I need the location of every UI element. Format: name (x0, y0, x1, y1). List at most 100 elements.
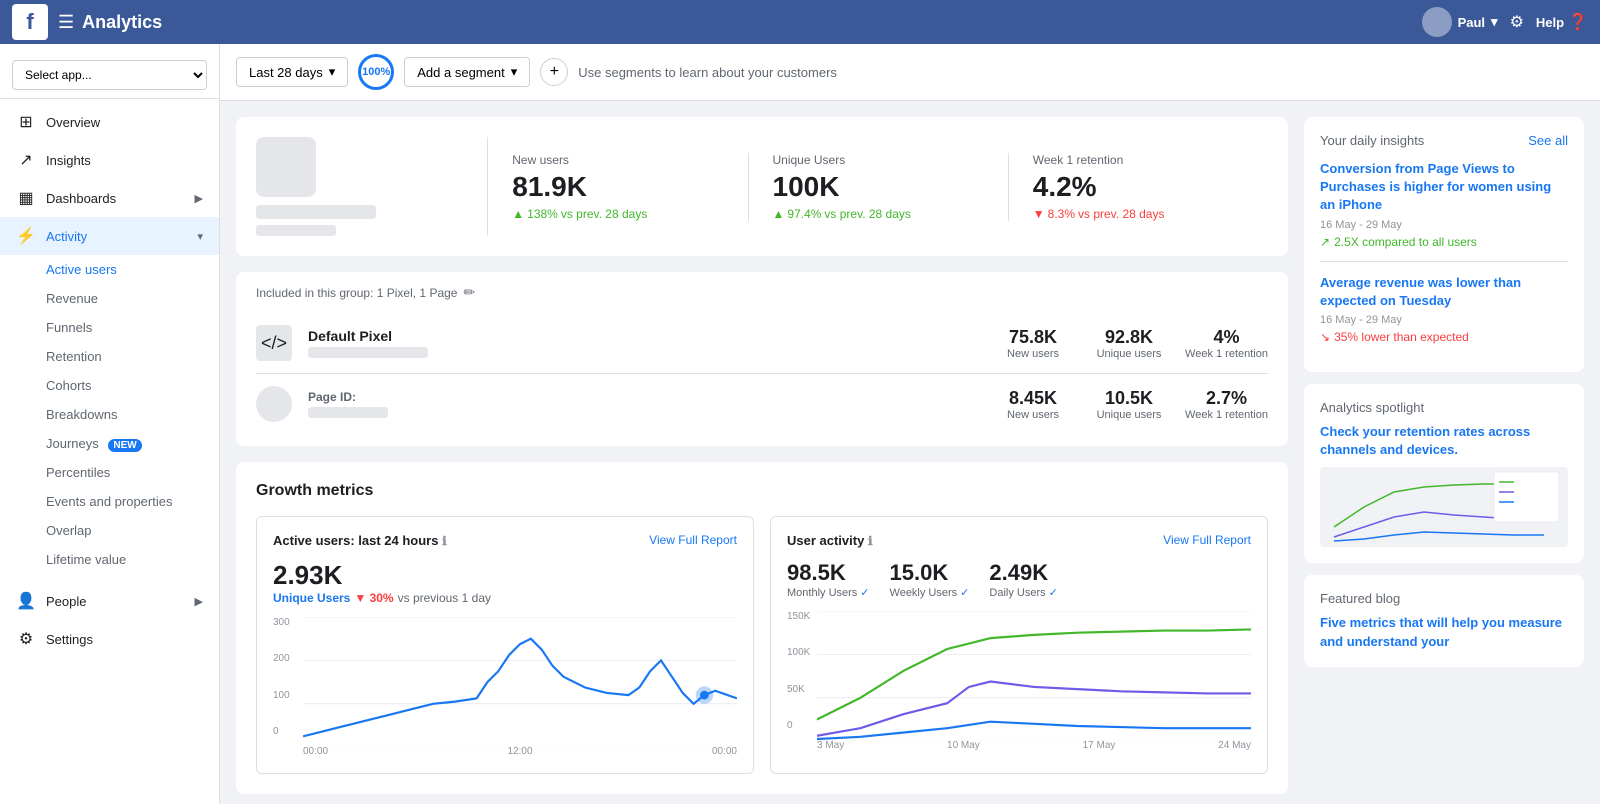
y-axis-1: 3002001000 (273, 617, 303, 737)
avatar (1422, 7, 1452, 37)
sidebar-sub-journeys[interactable]: Journeys NEW (0, 429, 219, 458)
add-segment-label: Add a segment (417, 65, 504, 80)
sidebar-dropdown[interactable]: Select app... (0, 52, 219, 99)
main-content: Last 28 days ▾ 100% Add a segment ▾ + Us… (220, 44, 1600, 804)
see-all-button[interactable]: See all (1528, 133, 1568, 148)
active-users-value: 2.93K (273, 560, 737, 591)
help-button[interactable]: Help ❓ (1536, 12, 1588, 32)
up-arrow: ▲ (512, 207, 524, 221)
segment-hint: Use segments to learn about your custome… (578, 65, 837, 80)
insight-item-2: Average revenue was lower than expected … (1320, 274, 1568, 344)
sidebar-sub-cohorts[interactable]: Cohorts (0, 371, 219, 400)
x-axis-2: 3 May10 May17 May24 May (817, 740, 1251, 751)
dashboards-chevron: ▶ (195, 192, 203, 205)
sidebar-item-overview[interactable]: ⊞ Overview (0, 103, 219, 141)
fb-logo: f (12, 4, 48, 40)
chart-area-2: 150K100K50K0 (787, 611, 1251, 751)
sidebar-sub-events[interactable]: Events and properties (0, 487, 219, 516)
featured-card: Featured blog Five metrics that will hel… (1304, 575, 1584, 666)
info-icon-1[interactable]: ℹ (442, 534, 447, 548)
sidebar-sub-active-users[interactable]: Active users (0, 255, 219, 284)
trend-down-icon: ↘ (1320, 330, 1330, 344)
daily-stat: 2.49K Daily Users ✓ (989, 560, 1057, 599)
app-sub (256, 225, 336, 236)
sidebar-sub-percentiles[interactable]: Percentiles (0, 458, 219, 487)
insight-metric-1: ↗ 2.5X compared to all users (1320, 235, 1568, 249)
insights-title: Your daily insights (1320, 133, 1424, 148)
x-axis-1: 00:0012:0000:00 (303, 746, 737, 757)
app-selector[interactable]: Select app... (12, 60, 207, 90)
page-new-users: 8.45K New users (993, 388, 1073, 421)
sidebar-sub-retention[interactable]: Retention (0, 342, 219, 371)
top-nav: f ☰ Analytics Paul ▾ ⚙ Help ❓ (0, 0, 1600, 44)
stat-retention: Week 1 retention 4.2% ▼ 8.3% vs prev. 28… (1009, 153, 1268, 221)
sidebar: Select app... ⊞ Overview ↗ Insights ▦ Da… (0, 44, 220, 804)
group-header: Included in this group: 1 Pixel, 1 Page … (256, 284, 1268, 301)
user-section[interactable]: Paul ▾ (1422, 7, 1498, 37)
line-chart-2 (817, 611, 1251, 741)
segment-chevron: ▾ (511, 64, 518, 80)
sidebar-item-people[interactable]: 👤 People ▶ (0, 582, 219, 620)
user-name: Paul (1458, 15, 1485, 30)
group-info: Included in this group: 1 Pixel, 1 Page … (236, 272, 1288, 446)
spotlight-link[interactable]: Check your retention rates across channe… (1320, 423, 1568, 459)
edit-icon[interactable]: ✏ (463, 284, 475, 301)
insight-date-1: 16 May - 29 May (1320, 219, 1568, 231)
help-icon: ❓ (1568, 12, 1588, 32)
pixel-icon: </> (256, 325, 292, 361)
sidebar-sub-lifetime[interactable]: Lifetime value (0, 545, 219, 574)
right-panel: Your daily insights See all Conversion f… (1304, 117, 1584, 794)
sidebar-sub-breakdowns[interactable]: Breakdowns (0, 400, 219, 429)
view-full-1[interactable]: View Full Report (649, 533, 737, 547)
date-selector[interactable]: Last 28 days ▾ (236, 57, 348, 87)
insight-date-2: 16 May - 29 May (1320, 314, 1568, 326)
growth-title: Growth metrics (256, 482, 1268, 500)
sidebar-item-settings[interactable]: ⚙ Settings (0, 620, 219, 658)
page-unique-users: 10.5K Unique users (1089, 388, 1169, 421)
spotlight-title: Analytics spotlight (1320, 400, 1568, 415)
app-title: Analytics (82, 12, 1421, 33)
trend-up-icon: ↗ (1320, 235, 1330, 249)
page-info: Page ID: (308, 390, 977, 418)
insights-header: Your daily insights See all (1320, 133, 1568, 148)
user-activity-stats: 98.5K Monthly Users ✓ 15.0K Wee (787, 560, 1251, 599)
sidebar-sub-overlap[interactable]: Overlap (0, 516, 219, 545)
page-id-placeholder (308, 407, 388, 418)
insight-divider (1320, 261, 1568, 262)
add-segment-button[interactable]: Add a segment ▾ (404, 57, 530, 87)
activity-chevron: ▾ (197, 230, 203, 243)
active-users-chart: Active users: last 24 hours ℹ View Full … (256, 516, 754, 774)
sidebar-item-dashboards[interactable]: ▦ Dashboards ▶ (0, 179, 219, 217)
featured-link[interactable]: Five metrics that will help you measure … (1320, 615, 1562, 648)
sidebar-sub-funnels[interactable]: Funnels (0, 313, 219, 342)
plus-button[interactable]: + (540, 58, 568, 86)
pixel-id (308, 347, 428, 358)
new-users-change: ▲ 138% vs prev. 28 days (512, 207, 723, 221)
info-icon-2[interactable]: ℹ (868, 534, 873, 548)
pixel-row: </> Default Pixel 75.8K New users 92.8K … (256, 313, 1268, 374)
page-icon (256, 386, 292, 422)
sidebar-item-activity[interactable]: ⚡ Activity ▾ (0, 217, 219, 255)
people-chevron: ▶ (195, 595, 203, 608)
insight-link-1[interactable]: Conversion from Page Views to Purchases … (1320, 160, 1568, 215)
thumbnail-chart (1320, 467, 1568, 547)
sidebar-item-insights[interactable]: ↗ Insights (0, 141, 219, 179)
sidebar-sub-revenue[interactable]: Revenue (0, 284, 219, 313)
line-chart-1 (303, 617, 737, 747)
gear-icon[interactable]: ⚙ (1510, 12, 1524, 32)
stats-header: New users 81.9K ▲ 138% vs prev. 28 days … (236, 117, 1288, 256)
down-arrow: ▼ (1033, 207, 1045, 221)
user-chevron: ▾ (1491, 14, 1498, 30)
chart-header-1: Active users: last 24 hours ℹ View Full … (273, 533, 737, 548)
content-area: New users 81.9K ▲ 138% vs prev. 28 days … (220, 101, 1600, 804)
unique-users-change: ▲ 97.4% vs prev. 28 days (773, 207, 984, 221)
date-chevron: ▾ (329, 64, 336, 80)
nav-right: Paul ▾ ⚙ Help ❓ (1422, 7, 1588, 37)
charts-grid: Active users: last 24 hours ℹ View Full … (256, 516, 1268, 774)
y-axis-2: 150K100K50K0 (787, 611, 817, 731)
pixel-retention: 4% Week 1 retention (1185, 327, 1268, 360)
menu-icon[interactable]: ☰ (58, 12, 74, 33)
insight-link-2[interactable]: Average revenue was lower than expected … (1320, 274, 1568, 310)
new-badge: NEW (108, 439, 141, 452)
view-full-2[interactable]: View Full Report (1163, 533, 1251, 547)
